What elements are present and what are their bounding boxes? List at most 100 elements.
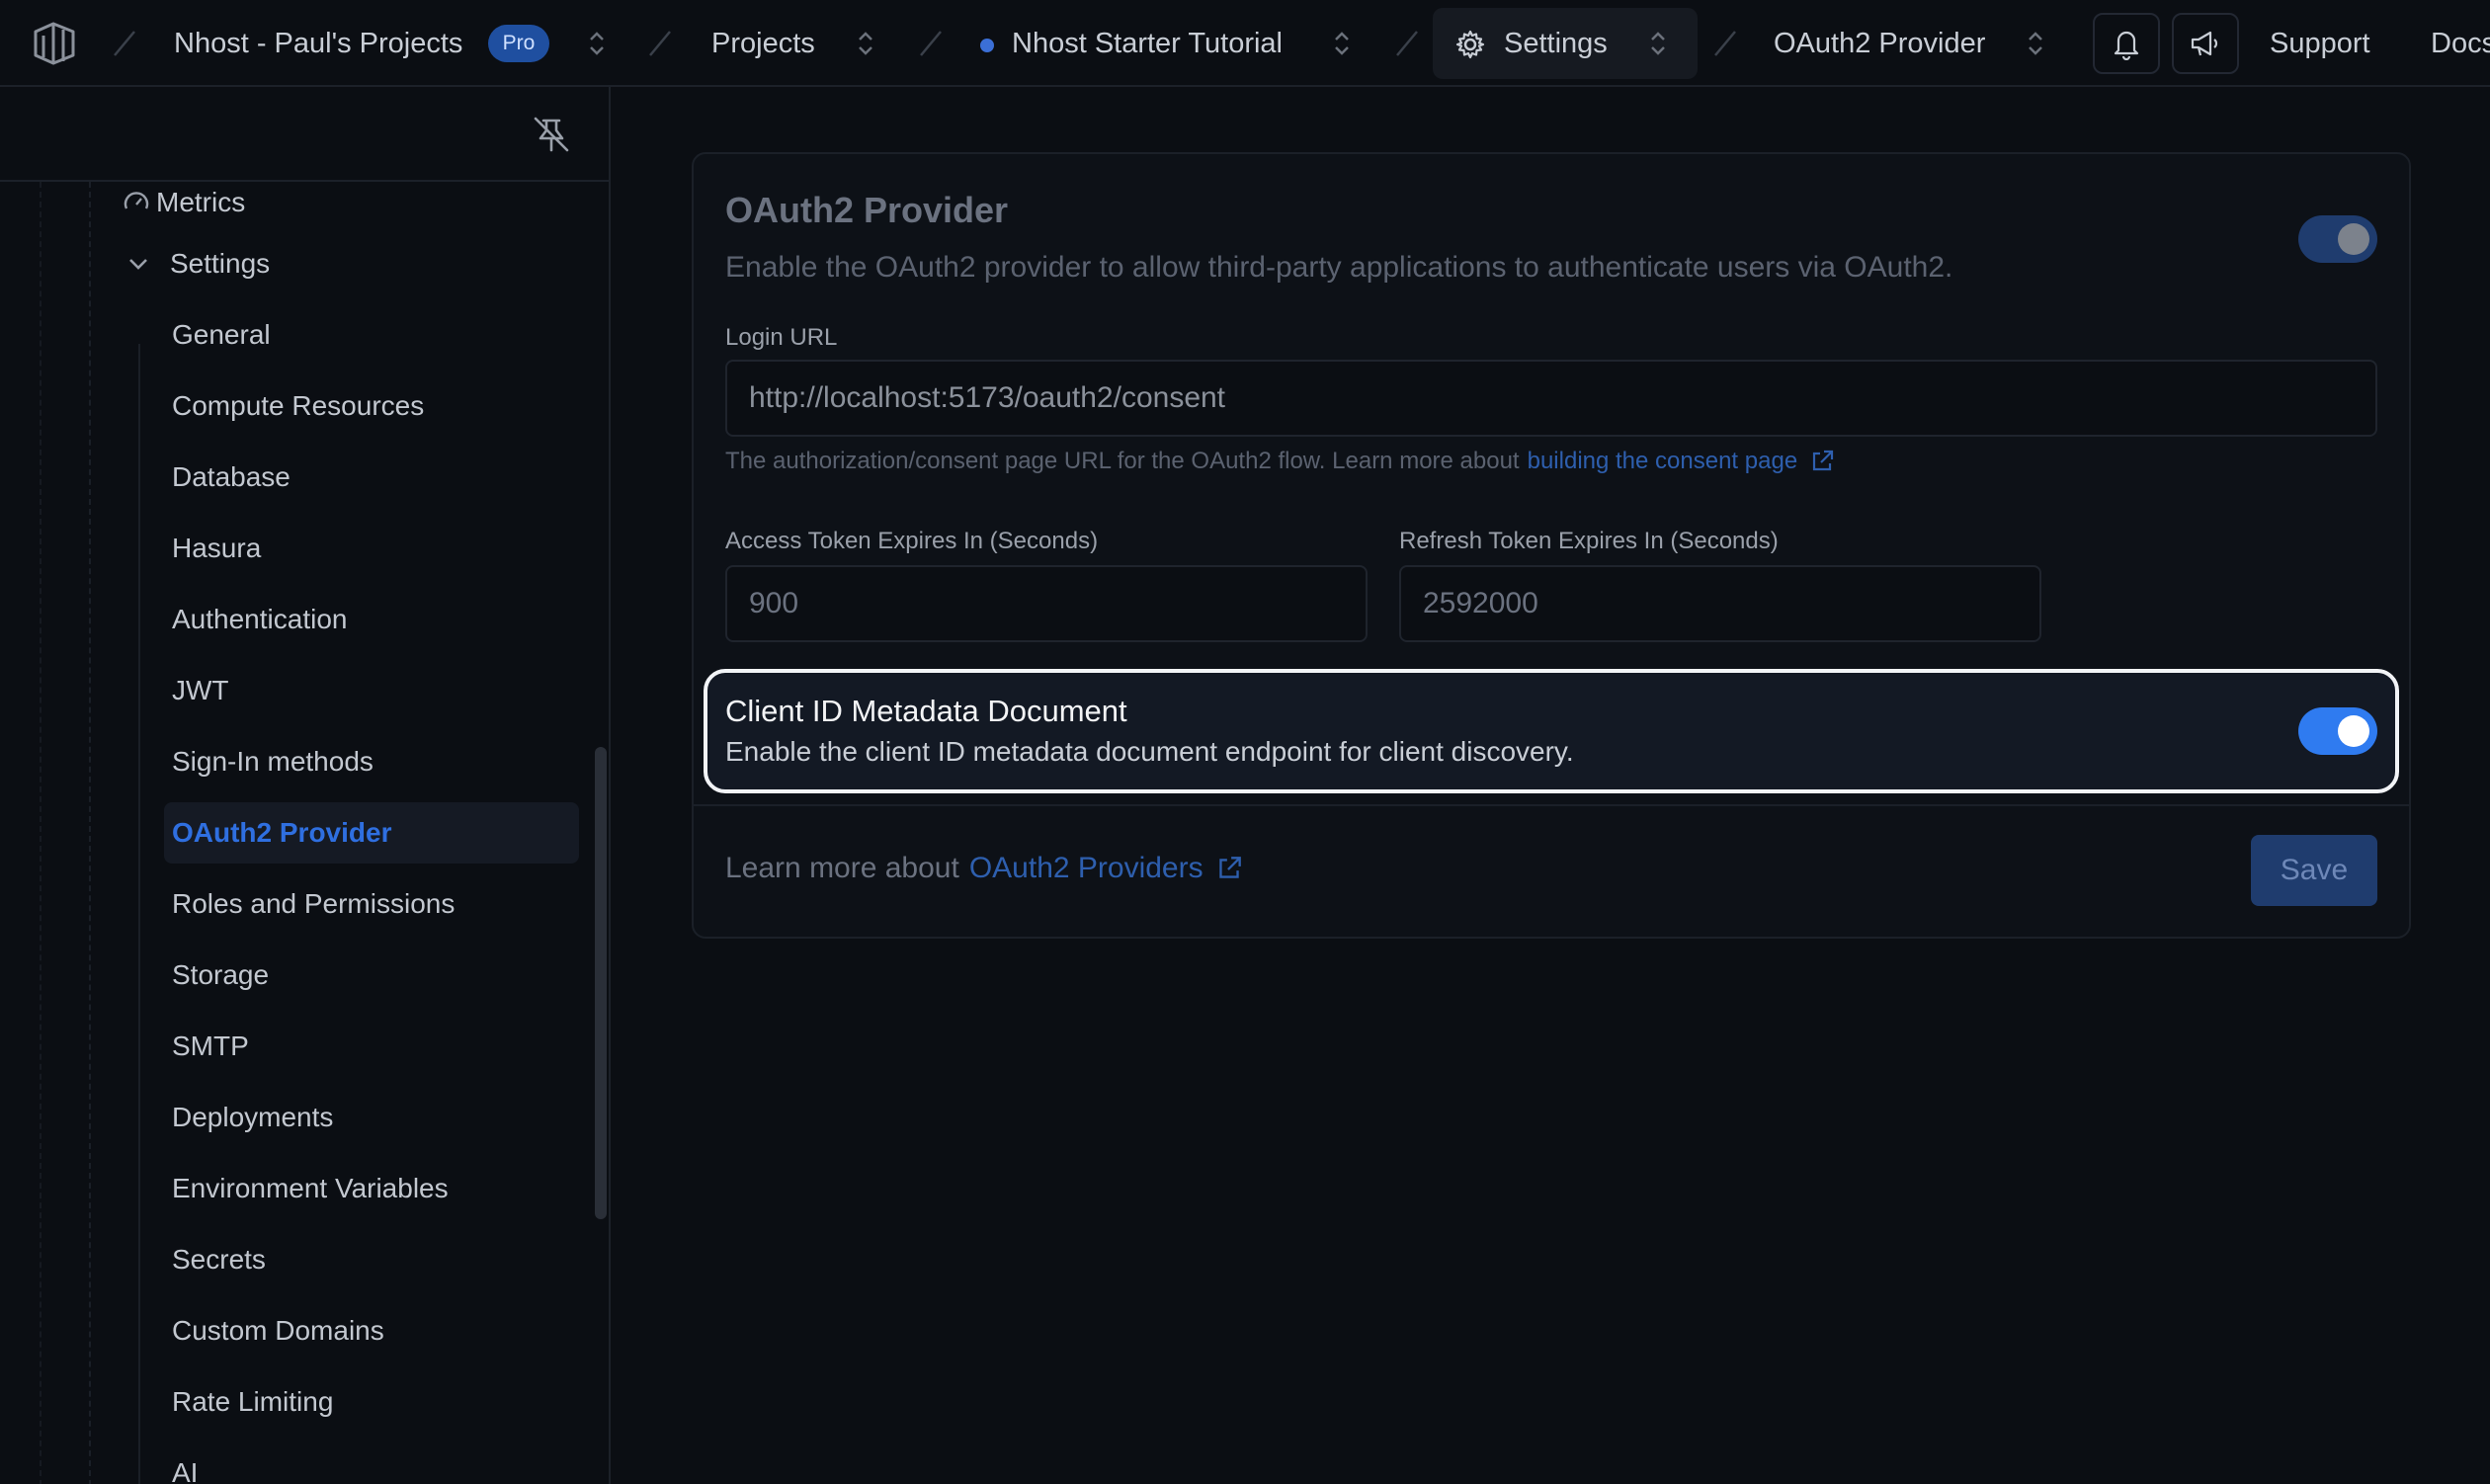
sidebar-item-label: Sign-In methods [172, 746, 374, 777]
sidebar-item-label: JWT [172, 675, 229, 705]
sidebar-item-label: Database [172, 461, 290, 492]
settings-chevron-icon[interactable] [1646, 28, 1670, 59]
sidebar-item-label: Storage [172, 959, 270, 990]
sidebar-item-label: Roles and Permissions [172, 888, 456, 919]
learn-more: Learn more about OAuth2 Providers [725, 852, 1245, 885]
unpin-icon[interactable] [530, 113, 573, 156]
projects-chevron-icon[interactable] [854, 28, 877, 59]
projects-link[interactable]: Projects [711, 0, 815, 85]
project-chevron-icon[interactable] [1330, 28, 1354, 59]
client-id-metadata-toggle[interactable] [2298, 707, 2377, 755]
client-id-metadata-section [704, 669, 2399, 793]
sidebar-item-hasura[interactable]: Hasura [164, 518, 579, 579]
sidebar-item-general[interactable]: General [164, 304, 579, 366]
chevron-down-icon [129, 259, 147, 270]
bell-icon [2114, 31, 2139, 60]
separator-slash-icon [1396, 31, 1418, 56]
login-url-help: The authorization/consent page URL for t… [725, 447, 1837, 476]
save-button[interactable]: Save [2251, 835, 2377, 906]
sidebar-item-database[interactable]: Database [164, 447, 579, 508]
separator-slash-icon [920, 31, 942, 56]
sidebar-item-compute-resources[interactable]: Compute Resources [164, 375, 579, 437]
project-name: Nhost Starter Tutorial [1012, 27, 1283, 59]
refresh-token-input[interactable]: 2592000 [1399, 565, 2041, 642]
notifications-button[interactable] [2093, 13, 2160, 74]
sidebar-item-label: Metrics [156, 187, 246, 217]
learn-more-text: Learn more about [725, 852, 959, 884]
sidebar-item-label: OAuth2 Provider [172, 817, 392, 848]
project-status-dot [980, 39, 994, 52]
projects-label: Projects [711, 27, 815, 59]
sidebar-item-authentication[interactable]: Authentication [164, 589, 579, 650]
sidebar-item-metrics[interactable]: Metrics [121, 172, 417, 233]
card-description: Enable the OAuth2 provider to allow thir… [725, 251, 1953, 284]
sidebar-item-label: Secrets [172, 1244, 266, 1275]
sidebar-item-jwt[interactable]: JWT [164, 660, 579, 721]
sidebar-item-smtp[interactable]: SMTP [164, 1016, 579, 1077]
access-token-value: 900 [749, 587, 799, 619]
login-url-label: Login URL [725, 324, 838, 351]
login-url-value: http://localhost:5173/oauth2/consent [749, 381, 1226, 414]
sidebar-item-label: AI [172, 1457, 199, 1484]
card-title: OAuth2 Provider [725, 190, 1009, 230]
org-selector-chevron-icon[interactable] [585, 28, 609, 59]
toggle-knob [2338, 223, 2369, 255]
top-navigation-bar: Nhost - Paul's Projects Pro Projects Nho… [0, 0, 2490, 87]
gauge-icon [124, 192, 149, 209]
sidebar-item-ai[interactable]: AI [164, 1443, 579, 1484]
sidebar-item-label: SMTP [172, 1031, 249, 1061]
sidebar-item-settings[interactable]: Settings [123, 233, 419, 294]
tree-guide-line [89, 182, 91, 1484]
sidebar-item-label: General [172, 319, 271, 350]
tree-guide-line [40, 182, 42, 1484]
page-label: OAuth2 Provider [1774, 27, 1986, 59]
settings-label: Settings [1504, 27, 1608, 59]
sidebar-item-environment-variables[interactable]: Environment Variables [164, 1158, 579, 1219]
sidebar-item-label: Hasura [172, 533, 262, 563]
plan-badge: Pro [488, 25, 549, 62]
consent-page-link[interactable]: building the consent page [1528, 448, 1798, 475]
sidebar-item-storage[interactable]: Storage [164, 945, 579, 1006]
sidebar-item-custom-domains[interactable]: Custom Domains [164, 1300, 579, 1361]
external-link-icon[interactable] [1213, 853, 1245, 884]
oauth2-providers-link[interactable]: OAuth2 Providers [969, 852, 1204, 885]
separator-slash-icon [649, 31, 671, 56]
support-link[interactable]: Support [2270, 0, 2370, 85]
sidebar-scrollbar[interactable] [595, 747, 607, 1219]
sidebar-header [0, 87, 609, 182]
nhost-logo-icon[interactable] [30, 18, 81, 69]
card-divider [694, 804, 2409, 806]
sidebar: Metrics Settings General Compute Resourc… [0, 87, 611, 1484]
sidebar-item-label: Environment Variables [172, 1173, 449, 1203]
sidebar-item-sign-in-methods[interactable]: Sign-In methods [164, 731, 579, 792]
sidebar-item-label: Authentication [172, 604, 348, 634]
sidebar-item-label: Rate Limiting [172, 1386, 334, 1417]
access-token-label: Access Token Expires In (Seconds) [725, 528, 1099, 554]
access-token-input[interactable]: 900 [725, 565, 1368, 642]
sidebar-item-oauth2-provider[interactable]: OAuth2 Provider [164, 802, 579, 864]
sidebar-item-roles-and-permissions[interactable]: Roles and Permissions [164, 873, 579, 935]
sidebar-item-rate-limiting[interactable]: Rate Limiting [164, 1371, 579, 1433]
login-url-help-text: The authorization/consent page URL for t… [725, 448, 1520, 474]
megaphone-icon [2191, 31, 2218, 56]
page-breadcrumb[interactable]: OAuth2 Provider [1774, 0, 1986, 85]
sidebar-item-secrets[interactable]: Secrets [164, 1229, 579, 1290]
support-label: Support [2270, 27, 2370, 59]
page-chevron-icon[interactable] [2024, 28, 2047, 59]
separator-slash-icon [1714, 31, 1736, 56]
docs-label: Docs [2431, 27, 2490, 59]
external-link-icon[interactable] [1807, 447, 1837, 476]
project-switcher[interactable]: Nhost Starter Tutorial [1012, 0, 1283, 85]
announcements-button[interactable] [2172, 13, 2239, 74]
sidebar-item-label: Settings [170, 248, 271, 279]
refresh-token-label: Refresh Token Expires In (Seconds) [1399, 528, 1779, 554]
oauth2-provider-toggle[interactable] [2298, 215, 2377, 263]
login-url-input[interactable]: http://localhost:5173/oauth2/consent [725, 360, 2377, 437]
separator-slash-icon [114, 31, 135, 56]
metadata-title: Client ID Metadata Document [725, 694, 1127, 728]
docs-link[interactable]: Docs [2431, 0, 2490, 85]
sidebar-item-label: Compute Resources [172, 390, 425, 421]
toggle-knob [2338, 715, 2369, 747]
sidebar-item-deployments[interactable]: Deployments [164, 1087, 579, 1148]
org-switcher[interactable]: Nhost - Paul's Projects [174, 0, 462, 85]
